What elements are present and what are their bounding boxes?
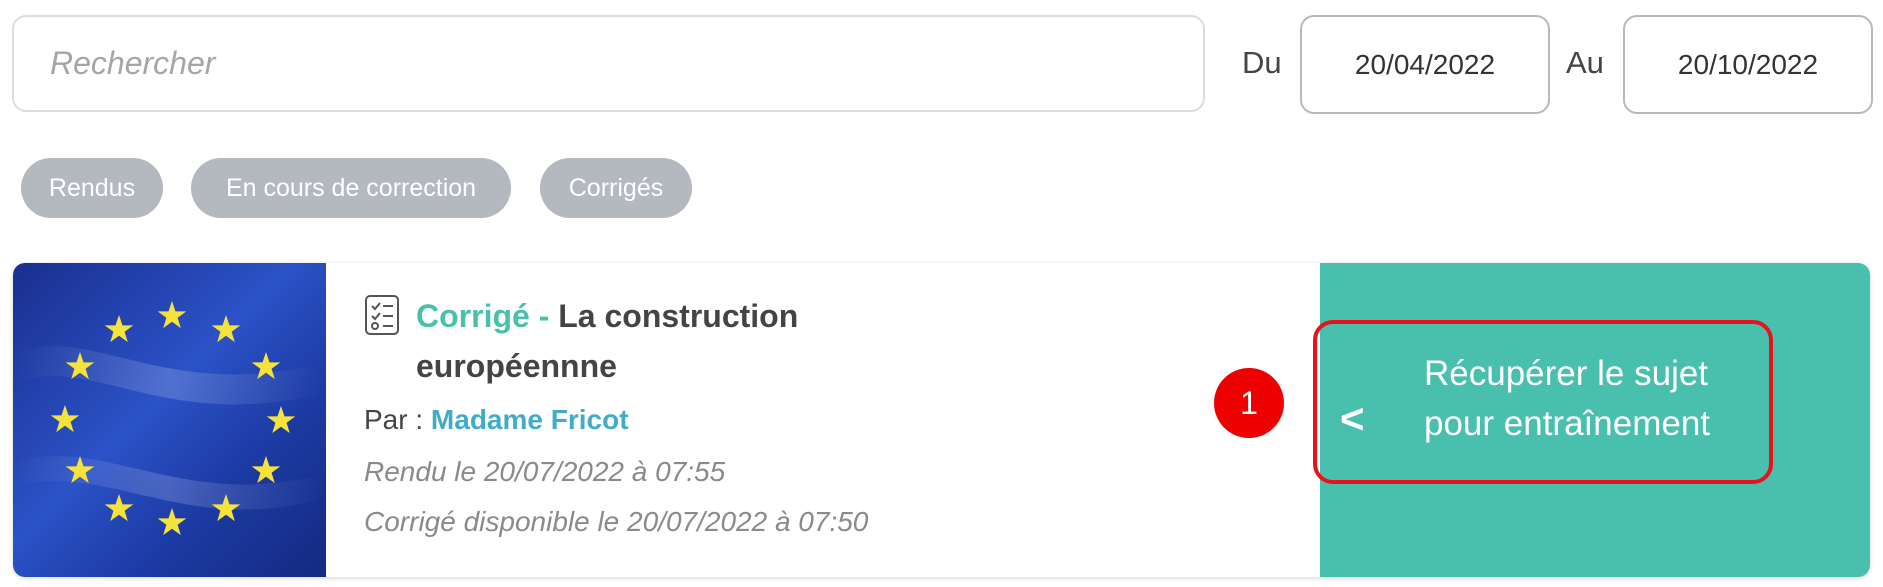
card-content: Corrigé - La construction européennne Pa… [326, 263, 1320, 577]
date-from-input[interactable]: 20/04/2022 [1300, 15, 1550, 114]
filter-en-cours[interactable]: En cours de correction [191, 158, 511, 218]
status-label: Corrigé - [416, 298, 550, 334]
filter-rendus[interactable]: Rendus [21, 158, 163, 218]
submitted-date: Rendu le 20/07/2022 à 07:55 [364, 456, 726, 487]
checklist-icon [365, 295, 399, 335]
date-to-label: Au [1566, 45, 1604, 80]
date-to-input[interactable]: 20/10/2022 [1623, 15, 1873, 114]
annotation-highlight-box [1313, 320, 1773, 484]
author-line: Par : Madame Fricot [364, 404, 629, 436]
par-label: Par : [364, 404, 424, 435]
filter-corriges[interactable]: Corrigés [540, 158, 692, 218]
search-input[interactable] [48, 44, 1203, 83]
corrected-date: Corrigé disponible le 20/07/2022 à 07:50 [364, 506, 869, 537]
eu-flag-image [13, 263, 326, 577]
assignment-title[interactable]: Corrigé - La construction européennne [416, 291, 836, 391]
annotation-badge: 1 [1214, 368, 1284, 438]
author-link[interactable]: Madame Fricot [431, 404, 629, 435]
search-field[interactable] [12, 15, 1205, 112]
date-from-label: Du [1242, 45, 1282, 80]
